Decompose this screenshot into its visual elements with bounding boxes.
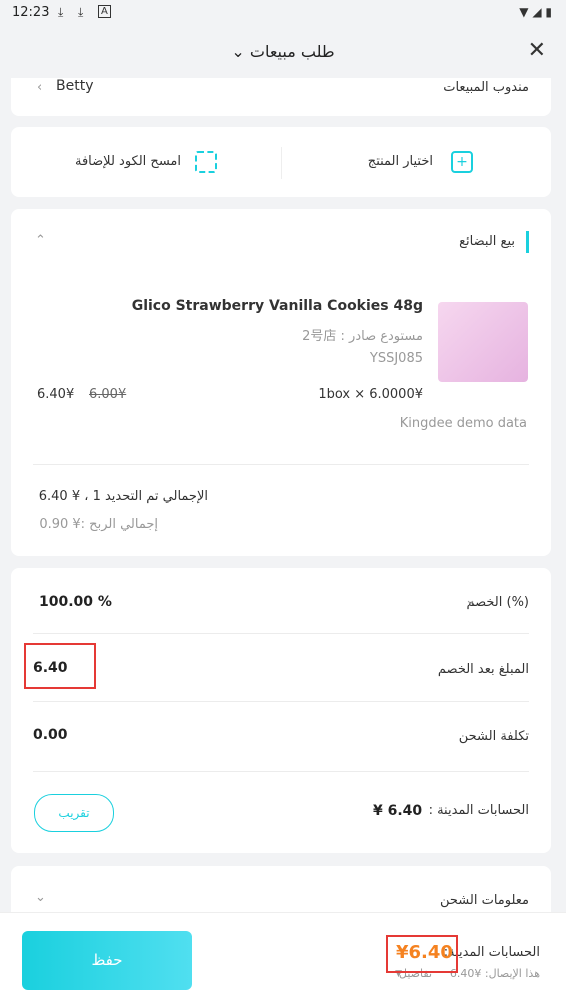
chevron-down-icon: ⌄ [35, 890, 46, 905]
receipt-line: هذا الإيصال: ¥6.40 [449, 967, 540, 980]
qty-price: 1box × 6.0000¥ [318, 387, 423, 402]
top-header: ⌄ طلب مبيعات ✕ [0, 26, 566, 78]
chevron-left-icon: ‹ [37, 80, 43, 95]
save-button[interactable]: حفظ [22, 931, 192, 990]
choose-product-button[interactable]: اختيار المنتج + [281, 127, 551, 197]
highlight-box [386, 935, 458, 973]
price: 6.40¥ [37, 387, 75, 402]
product-code: YSSJ085 [369, 351, 423, 366]
actions-card: اختيار المنتج + امسح الكود للإضافة [11, 127, 551, 197]
status-time: 12:23 [12, 5, 50, 20]
divider [33, 701, 529, 702]
signal-battery-icons: ▼ ◢ ▮ [519, 5, 552, 19]
close-icon[interactable]: ✕ [528, 38, 546, 63]
section-title: بيع البضائع [459, 234, 515, 249]
highlight-box [24, 643, 96, 689]
goods-card: بيع البضائع ⌃ Glico Strawberry Vanilla C… [11, 209, 551, 556]
brand: Kingdee demo data [399, 416, 527, 431]
salesperson-label: مندوب المبيعات [443, 80, 529, 95]
salesperson-row[interactable]: مندوب المبيعات ‹ Betty [11, 78, 551, 116]
download-icon-2: ⤓ [78, 5, 84, 19]
divider [33, 633, 529, 634]
selected-total: الإجمالي تم التحديد 1 ، ¥ 6.40 [38, 489, 208, 504]
section-accent [526, 231, 529, 253]
old-price: 6.00¥ [89, 387, 127, 402]
product-image[interactable] [438, 302, 528, 382]
download-icon: ⤓ [58, 5, 64, 19]
app-icon: A [98, 5, 111, 18]
chevron-up-icon[interactable]: ⌃ [35, 233, 46, 248]
salesperson-value: Betty [56, 78, 94, 94]
scan-icon [195, 151, 217, 173]
chevron-down-icon: ⌄ [465, 593, 476, 608]
add-product-icon: + [451, 151, 473, 173]
shipping-label: معلومات الشحن [439, 893, 529, 908]
divider [33, 771, 529, 772]
round-button[interactable]: تقريب [34, 794, 114, 832]
warehouse: مستودع صادر : 2号店 [302, 329, 423, 344]
product-name[interactable]: Glico Strawberry Vanilla Cookies 48g [132, 298, 423, 314]
title-chevron-icon: ⌄ [231, 42, 245, 61]
total-profit: إجمالي الربح :¥ 0.90 [39, 517, 158, 532]
scan-code-button[interactable]: امسح الكود للإضافة [11, 127, 281, 197]
receivable-value: ¥ 6.40 [373, 803, 423, 819]
status-bar: 12:23 ⤓ ⤓ A ▼ ◢ ▮ [0, 0, 566, 26]
divider [33, 464, 529, 465]
receivable-label: الحسابات المدينة : [428, 803, 529, 818]
page-title[interactable]: ⌄ طلب مبيعات [0, 42, 566, 61]
bottom-receivable-label: الحسابات المدينة: [443, 945, 540, 960]
